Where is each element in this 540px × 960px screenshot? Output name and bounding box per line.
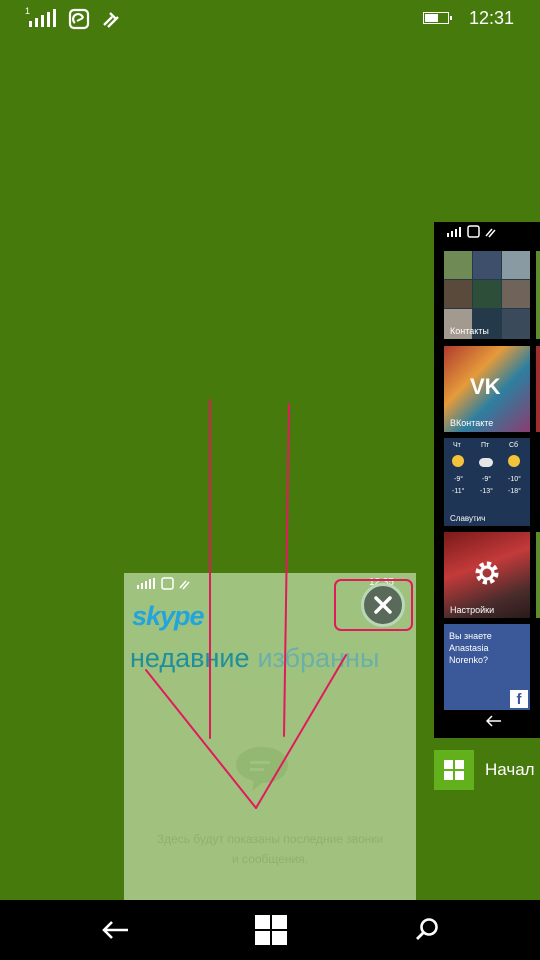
weather-low: -13° bbox=[480, 488, 493, 495]
tile-label: ВКонтакте bbox=[450, 418, 494, 428]
contact-photo bbox=[473, 280, 501, 308]
contact-photo bbox=[473, 251, 501, 279]
contacts-tile[interactable]: Контакты bbox=[444, 251, 530, 339]
contact-photo bbox=[502, 280, 530, 308]
weather-high: -9° bbox=[482, 476, 492, 483]
weather-day: Пт bbox=[481, 442, 490, 449]
windows-logo-icon bbox=[444, 760, 464, 780]
partial-tile bbox=[536, 346, 540, 432]
weather-low: -11° bbox=[452, 488, 465, 495]
weather-day: Чт bbox=[453, 442, 461, 449]
start-screen-card[interactable]: Контакты VK ВКонтакте Чт Пт Сб -9° -9° -… bbox=[434, 222, 540, 738]
start-button[interactable] bbox=[252, 912, 290, 948]
navigation-bar bbox=[0, 900, 540, 960]
tile-label: Настройки bbox=[450, 605, 495, 615]
tile-label: Контакты bbox=[450, 326, 489, 336]
contact-photo bbox=[502, 309, 530, 339]
contact-photo bbox=[444, 280, 472, 308]
weather-sun-icon bbox=[452, 455, 464, 467]
weather-low: -18° bbox=[508, 488, 521, 495]
vk-tile[interactable]: VK ВКонтакте bbox=[444, 346, 530, 432]
weather-high: -9° bbox=[454, 476, 464, 483]
facebook-icon: f bbox=[510, 690, 528, 708]
vk-icon: VK bbox=[470, 374, 501, 399]
weather-cloud-icon bbox=[479, 458, 493, 467]
close-icon[interactable] bbox=[361, 583, 405, 627]
back-arrow-icon bbox=[485, 714, 502, 732]
weather-tile[interactable]: Чт Пт Сб -9° -9° -10° -11° -13° -18° Сла… bbox=[444, 438, 530, 526]
gear-icon bbox=[472, 558, 502, 593]
weather-high: -10° bbox=[508, 476, 521, 483]
contact-photo bbox=[444, 251, 472, 279]
tile-label: Славутич bbox=[450, 514, 486, 523]
tile-label: Вы знаете Anastasia Norenko? bbox=[449, 631, 492, 665]
windows-logo-icon bbox=[255, 915, 287, 945]
weather-sun-icon bbox=[508, 455, 520, 467]
search-button[interactable] bbox=[408, 914, 444, 946]
facebook-tile[interactable]: Вы знаете Anastasia Norenko? f bbox=[444, 624, 530, 710]
contact-photo bbox=[502, 251, 530, 279]
back-arrow-icon bbox=[102, 921, 128, 939]
back-button[interactable] bbox=[92, 914, 138, 946]
search-icon bbox=[416, 918, 438, 940]
weather-day: Сб bbox=[509, 442, 519, 449]
start-app-icon bbox=[434, 750, 474, 790]
settings-tile[interactable]: Настройки bbox=[444, 532, 530, 618]
start-card-caption: Начал bbox=[485, 760, 535, 779]
partial-tile bbox=[536, 251, 540, 339]
partial-tile bbox=[536, 532, 540, 618]
start-mini-status-icons bbox=[447, 225, 496, 238]
